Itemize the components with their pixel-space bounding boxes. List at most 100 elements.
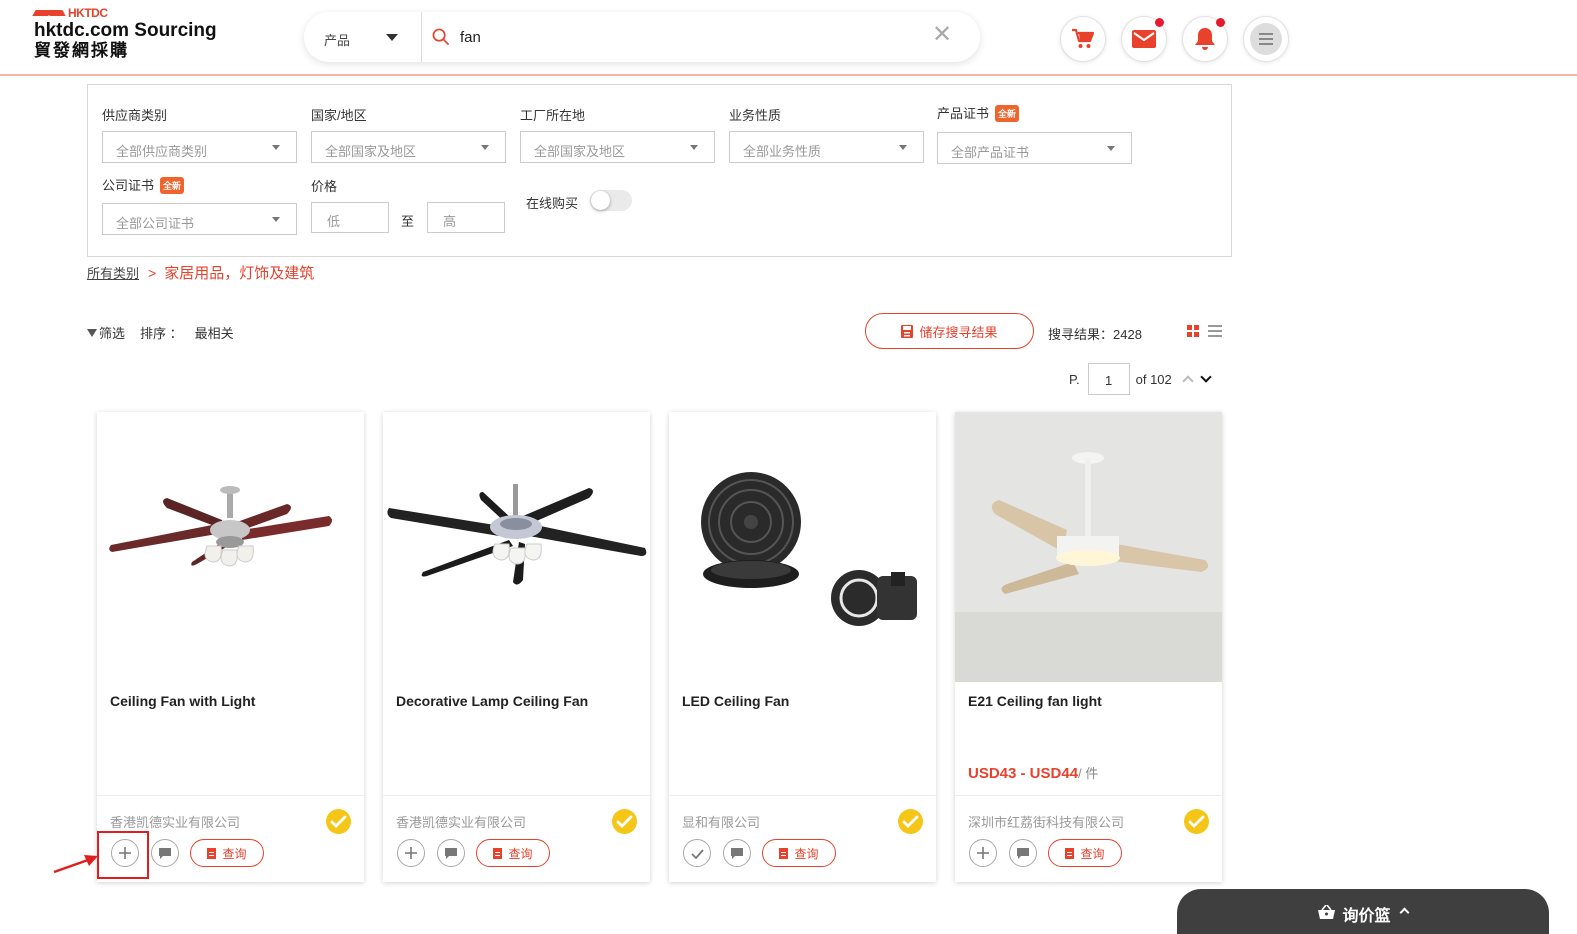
card-divider	[955, 795, 1222, 796]
document-icon	[1065, 847, 1075, 859]
product-cert-select[interactable]: 全部产品证书	[937, 132, 1132, 164]
product-card[interactable]: E21 Ceiling fan light USD43 - USD44/ 件 深…	[955, 412, 1222, 882]
hktdc-logo[interactable]: HKTDC hktdc.com Sourcing 貿發網採購	[32, 6, 217, 61]
pagination: P. 1 of 102	[1069, 363, 1212, 395]
sort-filter-bar: 筛选 排序 ： 最相关	[87, 323, 234, 342]
chevron-down-icon	[1107, 146, 1115, 151]
filter-panel: 供应商类别 全部供应商类别 国家/地区 全部国家及地区 工厂所在地 全部国家及地…	[87, 84, 1232, 257]
product-card[interactable]: Ceiling Fan with Light 香港凯德实业有限公司 查询	[97, 412, 364, 882]
chat-button[interactable]	[723, 839, 751, 867]
cart-icon	[1072, 28, 1095, 48]
product-image[interactable]	[955, 412, 1222, 682]
chevron-down-icon	[272, 217, 280, 222]
company-cert-select[interactable]: 全部公司证书	[102, 203, 297, 235]
product-title[interactable]: LED Ceiling Fan	[682, 693, 789, 709]
grid-view-icon[interactable]	[1187, 325, 1199, 337]
region-select[interactable]: 全部国家及地区	[311, 131, 506, 163]
led-fan-image	[701, 472, 917, 626]
chevron-right-icon: >	[148, 264, 157, 281]
product-title[interactable]: Decorative Lamp Ceiling Fan	[396, 693, 588, 709]
product-title[interactable]: Ceiling Fan with Light	[110, 693, 255, 709]
toggle-knob	[591, 191, 610, 210]
bell-icon	[1195, 28, 1215, 50]
chat-button[interactable]	[437, 839, 465, 867]
product-cert-label-text: 产品证书	[937, 106, 990, 121]
search-type-label: 产品	[324, 33, 351, 48]
verified-supplier-icon	[612, 809, 637, 834]
product-card[interactable]: Decorative Lamp Ceiling Fan 香港凯德实业有限公司 查…	[383, 412, 650, 882]
notification-dot	[1216, 18, 1225, 27]
save-search-button[interactable]: 储存搜寻结果	[865, 313, 1034, 349]
inquire-button[interactable]: 查询	[1048, 839, 1122, 867]
company-cert-label: 公司证书 全新	[102, 175, 185, 194]
verified-supplier-icon	[326, 809, 351, 834]
supplier-name[interactable]: 香港凯德实业有限公司	[110, 812, 240, 831]
price-label: 价格	[311, 179, 338, 194]
chat-icon	[1017, 847, 1029, 859]
search-type-dropdown[interactable]: 产品	[304, 12, 422, 62]
inquire-button[interactable]: 查询	[762, 839, 836, 867]
supplier-type-value: 全部供应商类别	[116, 144, 208, 159]
chat-icon	[159, 847, 171, 859]
supplier-type-select[interactable]: 全部供应商类别	[102, 131, 297, 163]
hktdc-logo-mark-icon	[32, 7, 68, 19]
chat-button[interactable]	[1009, 839, 1037, 867]
basket-icon	[1318, 905, 1336, 919]
price-to-label: 至	[401, 214, 415, 229]
fan-light-image	[955, 412, 1222, 682]
document-icon	[493, 847, 503, 859]
product-card[interactable]: LED Ceiling Fan 显和有限公司 查询	[669, 412, 936, 882]
notifications-button[interactable]	[1182, 16, 1228, 62]
clear-search-icon[interactable]: ✕	[932, 22, 952, 48]
product-image[interactable]	[383, 412, 650, 682]
messages-button[interactable]	[1121, 16, 1167, 62]
filter-toggle-label[interactable]: 筛选	[99, 323, 125, 342]
document-icon	[207, 847, 217, 859]
product-title[interactable]: E21 Ceiling fan light	[968, 693, 1102, 709]
search-bar: 产品 ✕	[304, 12, 980, 62]
inquire-button[interactable]: 查询	[476, 839, 550, 867]
chevron-down-icon	[899, 145, 907, 150]
price-high-input[interactable]: 高	[427, 202, 505, 233]
top-header: HKTDC hktdc.com Sourcing 貿發網採購 产品 ✕	[0, 0, 1577, 76]
factory-location-value: 全部国家及地区	[534, 144, 626, 159]
cart-button[interactable]	[1060, 16, 1106, 62]
factory-location-select[interactable]: 全部国家及地区	[520, 131, 715, 163]
business-type-select[interactable]: 全部业务性质	[729, 131, 924, 163]
mail-icon	[1132, 30, 1156, 48]
price-low-input[interactable]: 低	[311, 202, 389, 233]
supplier-name[interactable]: 香港凯德实业有限公司	[396, 812, 526, 831]
breadcrumb-current-category[interactable]: 家居用品，灯饰及建筑	[164, 262, 314, 283]
product-image[interactable]	[97, 412, 364, 682]
chat-button[interactable]	[151, 839, 179, 867]
product-image[interactable]	[669, 412, 936, 682]
result-count: 搜寻结果：2428	[1048, 327, 1142, 342]
page-number-input[interactable]: 1	[1087, 363, 1130, 395]
menu-button[interactable]	[1243, 16, 1289, 62]
inquiry-basket-tab[interactable]: 询价篮	[1177, 889, 1549, 934]
chevron-up-icon[interactable]	[1182, 375, 1194, 387]
added-to-basket-button[interactable]	[683, 839, 711, 867]
add-to-basket-button[interactable]	[969, 839, 997, 867]
online-buy-toggle[interactable]	[590, 190, 632, 211]
search-input[interactable]	[460, 24, 920, 50]
inquire-label: 查询	[1080, 846, 1105, 861]
breadcrumb-all-categories[interactable]: 所有类别	[87, 263, 139, 282]
plus-icon	[977, 847, 989, 859]
chevron-down-icon[interactable]	[1200, 371, 1212, 383]
company-cert-label-text: 公司证书	[102, 178, 155, 193]
supplier-name[interactable]: 深圳市红荔街科技有限公司	[968, 812, 1124, 831]
sort-value[interactable]: 最相关	[195, 323, 234, 342]
inquire-label: 查询	[508, 846, 533, 861]
list-view-icon[interactable]	[1208, 325, 1222, 337]
supplier-name[interactable]: 显和有限公司	[682, 812, 760, 831]
product-cert-label: 产品证书 全新	[937, 103, 1020, 122]
save-icon	[901, 324, 914, 338]
add-to-basket-button[interactable]	[397, 839, 425, 867]
logo-site-name: hktdc.com Sourcing	[34, 20, 217, 41]
inquire-button[interactable]: 查询	[190, 839, 264, 867]
page-prefix: P.	[1069, 371, 1080, 387]
verified-supplier-icon	[1184, 809, 1209, 834]
search-icon[interactable]	[432, 28, 449, 45]
menu-icon	[1250, 23, 1282, 55]
